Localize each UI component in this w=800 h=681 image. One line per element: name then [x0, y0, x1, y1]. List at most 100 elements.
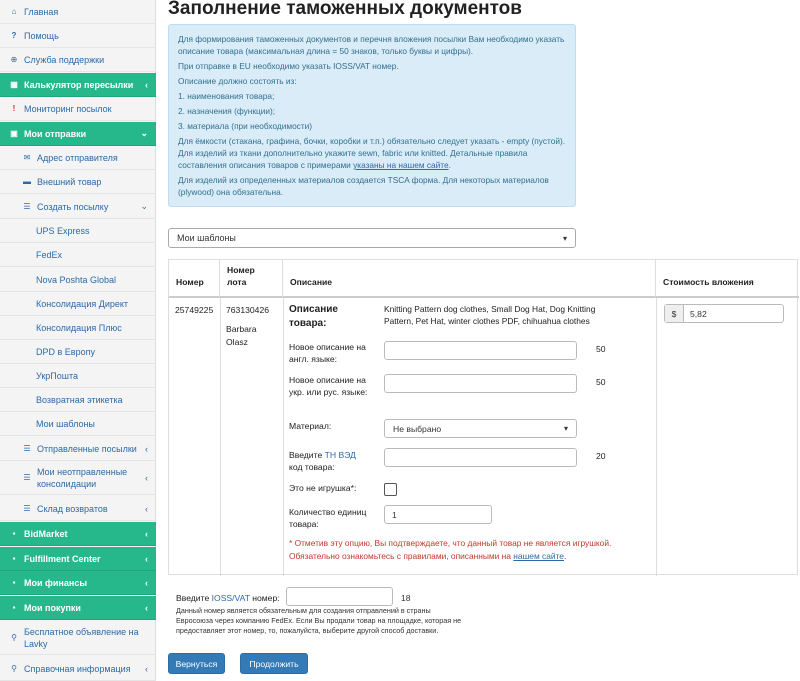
- sidebar-item-label: Служба поддержки: [24, 54, 105, 65]
- chevron-left-icon: ‹: [145, 443, 148, 454]
- ioss-label: Введите IOSS/VAT номер:: [176, 593, 280, 603]
- sidebar-item-label: Возвратная этикетка: [36, 394, 123, 405]
- lifebuoy-icon: ⊕: [10, 55, 18, 64]
- sidebar-item-label: DPD в Европу: [36, 346, 95, 357]
- rules-link[interactable]: указаны на нашем сайте: [353, 160, 448, 170]
- sidebar-item-unsent-consolidations[interactable]: ☰ Мои неотправленные консолидации ‹: [0, 461, 156, 495]
- sidebar-item-label: Отправленные посылки: [37, 443, 137, 454]
- sidebar-item-label: Мониторинг посылок: [24, 103, 112, 114]
- sidebar-item-label: BidMarket: [24, 528, 68, 539]
- ioss-input[interactable]: [286, 587, 393, 606]
- calculator-icon: ▦: [10, 80, 18, 89]
- label-text: Введите: [176, 593, 212, 603]
- cell-number: 25749225: [175, 305, 214, 315]
- sidebar-item-consolidation-plus[interactable]: Консолидация Плюс: [0, 316, 156, 340]
- sidebar-item-sent-parcels[interactable]: ☰ Отправленные посылки ‹: [0, 437, 156, 461]
- quantity-label: Количество единиц товара:: [289, 507, 367, 529]
- sidebar-item-consolidation-direct[interactable]: Консолидация Директ: [0, 292, 156, 316]
- value-input-group: $ 5,82: [664, 304, 784, 323]
- sidebar-item-nova-poshta[interactable]: Nova Poshta Global: [0, 268, 156, 292]
- page-title: Заполнение таможенных документов: [168, 0, 522, 19]
- sidebar-item-sender-address[interactable]: ✉ Адрес отправителя: [0, 146, 156, 170]
- sidebar-item-external-goods[interactable]: ▬ Внешний товар: [0, 170, 156, 194]
- sidebar-item-home[interactable]: ⌂ Главная: [0, 0, 156, 24]
- sidebar-item-dpd[interactable]: DPD в Европу: [0, 340, 156, 364]
- sidebar-item-purchases[interactable]: ▪ Мои покупки ‹: [0, 596, 156, 620]
- cell-buyer: Barbara Olasz: [226, 324, 257, 347]
- sidebar-item-label: Nova Poshta Global: [36, 274, 117, 285]
- not-toy-label: Это не игрушка*:: [289, 483, 357, 493]
- sidebar-item-finances[interactable]: ▪ Мои финансы ‹: [0, 571, 156, 595]
- sidebar-item-label: УкрПошта: [36, 370, 78, 381]
- new-ru-description-input[interactable]: [384, 374, 577, 393]
- info-text: 1. наименования товара;: [178, 91, 275, 101]
- chevron-left-icon: ‹: [145, 577, 148, 588]
- hs-code-link[interactable]: ТН ВЭД: [325, 450, 356, 460]
- info-text: 2. назначения (функции);: [178, 106, 276, 116]
- sidebar-item-fedex[interactable]: FedEx: [0, 243, 156, 267]
- sidebar-item-fulfillment[interactable]: ▪ Fulfillment Center ‹: [0, 547, 156, 571]
- gavel-icon: ▪: [12, 529, 16, 538]
- col-header-number: Номер: [169, 260, 220, 298]
- sidebar-item-ukrposhta[interactable]: УкрПошта: [0, 364, 156, 388]
- sidebar-item-create-parcel[interactable]: ☰ Создать посылку ⌄: [0, 195, 156, 219]
- sidebar-item-my-shipments[interactable]: ▣ Мои отправки ⌄: [0, 122, 156, 146]
- sidebar-item-label: Справочная информация: [24, 663, 131, 674]
- currency-addon: $: [665, 305, 684, 322]
- value-input[interactable]: 5,82: [684, 305, 707, 322]
- ioss-char-count: 18: [401, 593, 411, 603]
- chevron-left-icon: ‹: [145, 663, 148, 674]
- new-ru-char-count: 50: [596, 377, 606, 387]
- ioss-link[interactable]: IOSS/VAT: [212, 593, 250, 603]
- new-en-description-input[interactable]: [384, 341, 577, 360]
- label-text: код товара:: [289, 462, 335, 472]
- back-button[interactable]: Вернуться: [168, 653, 225, 674]
- chevron-left-icon: ‹: [145, 79, 148, 90]
- list-icon: ☰: [23, 202, 31, 211]
- items-table: Номер Номер лота Описание Стоимость влож…: [168, 259, 799, 576]
- question-icon: ?: [11, 31, 17, 40]
- chevron-left-icon: ‹: [145, 472, 148, 483]
- box-icon: ▬: [23, 177, 31, 186]
- chevron-down-icon: ⌄: [140, 201, 148, 211]
- chevron-left-icon: ‹: [145, 553, 148, 564]
- sidebar-item-support[interactable]: ⊕ Служба поддержки: [0, 48, 156, 72]
- sidebar-item-ups[interactable]: UPS Express: [0, 219, 156, 243]
- current-description: Knitting Pattern dog clothes, Small Dog …: [384, 304, 596, 326]
- not-toy-checkbox[interactable]: [384, 483, 397, 496]
- continue-button[interactable]: Продолжить: [240, 653, 308, 674]
- templates-select-value: Мои шаблоны: [177, 233, 236, 243]
- templates-select[interactable]: Мои шаблоны ▾: [168, 228, 576, 248]
- hs-code-input[interactable]: [384, 448, 577, 467]
- info-text-span: .: [448, 160, 451, 170]
- wallet-icon: ▪: [12, 578, 16, 587]
- info-text: Для формирования таможенных документов и…: [178, 34, 565, 56]
- chevron-left-icon: ‹: [145, 602, 148, 613]
- ioss-description: Данный номер является обязательным для с…: [176, 606, 462, 635]
- sidebar-item-label: UPS Express: [36, 225, 90, 236]
- sidebar: ⌂ Главная ? Помощь ⊕ Служба поддержки ▦ …: [0, 0, 156, 681]
- sidebar-item-my-templates[interactable]: Мои шаблоны: [0, 412, 156, 436]
- col-header-value: Стоимость вложения: [656, 260, 799, 298]
- sidebar-item-label: Мои покупки: [24, 602, 81, 613]
- info-text: При отправке в EU необходимо указать IOS…: [178, 61, 399, 71]
- sidebar-item-monitoring[interactable]: ! Мониторинг посылок: [0, 97, 156, 121]
- sidebar-item-returns-warehouse[interactable]: ☰ Склад возвратов ‹: [0, 497, 156, 521]
- site-link[interactable]: нашем сайте: [513, 551, 564, 561]
- sidebar-item-reference[interactable]: ⚲ Справочная информация ‹: [0, 657, 156, 681]
- quantity-input[interactable]: 1: [384, 505, 492, 524]
- sidebar-item-lavky[interactable]: ⚲ Бесплатное объявление на Lavky: [0, 621, 156, 655]
- material-select[interactable]: Не выбрано ▾: [384, 419, 577, 438]
- sidebar-item-label: Мои финансы: [24, 577, 88, 588]
- sidebar-item-bidmarket[interactable]: ▪ BidMarket ‹: [0, 522, 156, 546]
- list-icon: ☰: [23, 472, 31, 482]
- sidebar-item-label: Помощь: [24, 30, 59, 41]
- sidebar-item-label: FedEx: [36, 249, 63, 260]
- sidebar-item-help[interactable]: ? Помощь: [0, 24, 156, 48]
- sidebar-item-return-label[interactable]: Возвратная этикетка: [0, 388, 156, 412]
- sidebar-item-label: Адрес отправителя: [37, 152, 118, 163]
- cell-lot: 763130426: [226, 305, 270, 315]
- sidebar-item-label: Бесплатное объявление на Lavky: [24, 626, 139, 649]
- sidebar-item-calculator[interactable]: ▦ Калькулятор пересылки ‹: [0, 73, 156, 97]
- sidebar-item-label: Склад возвратов: [37, 503, 108, 514]
